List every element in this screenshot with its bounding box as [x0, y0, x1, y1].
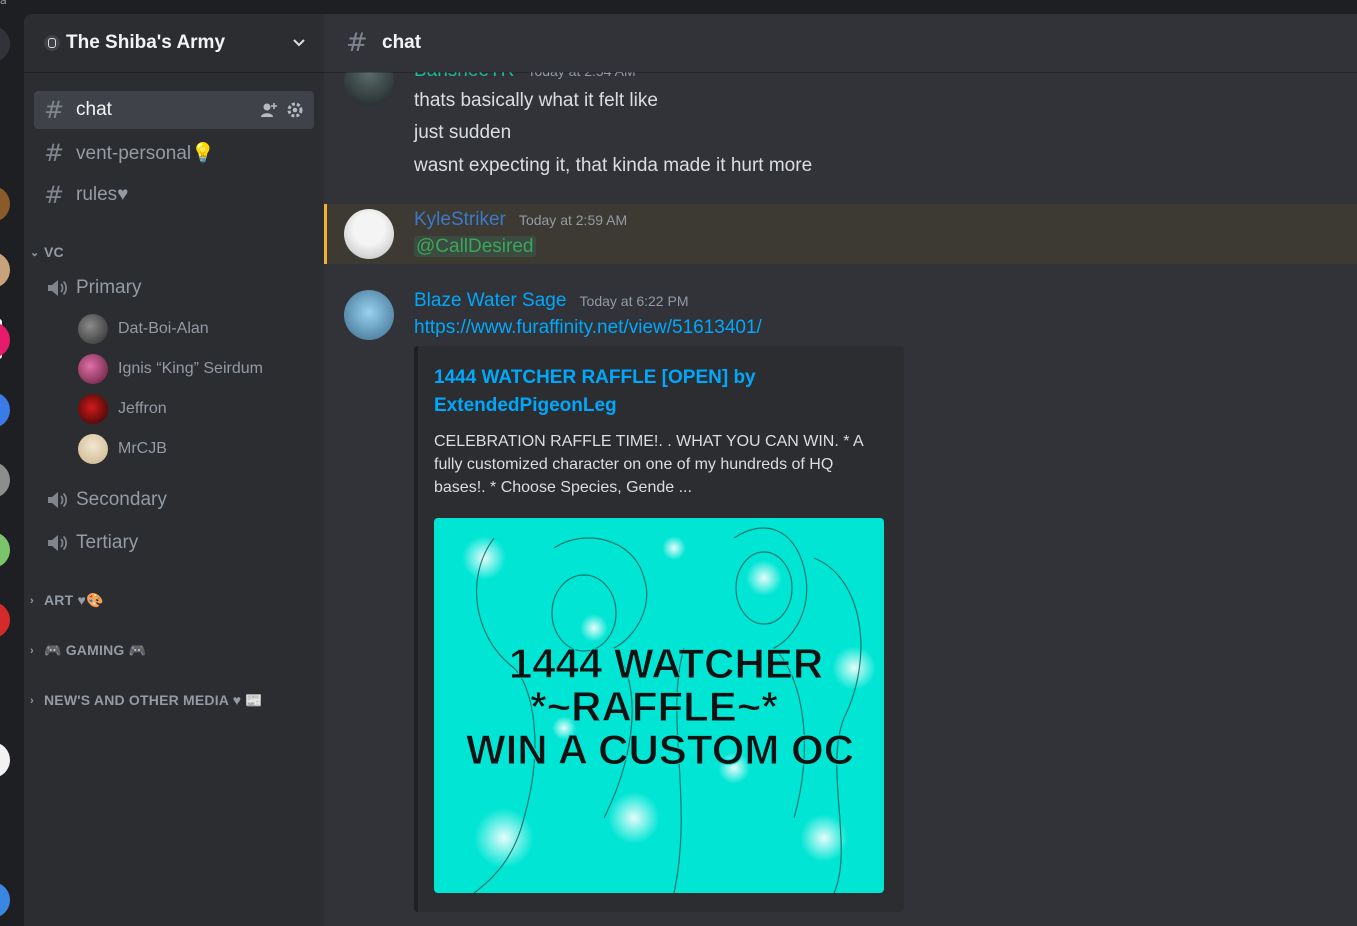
message-author[interactable]: KyleStriker [414, 209, 506, 230]
window-corner-glyph: a [0, 0, 7, 7]
server-icon[interactable] [0, 742, 10, 778]
category-label: 🎮 GAMING 🎮 [44, 642, 147, 658]
server-rail [0, 14, 24, 926]
server-icon[interactable] [0, 392, 10, 428]
voice-user[interactable]: Ignis “King” Seirdum [78, 353, 263, 385]
message-author[interactable]: Blaze Water Sage [414, 290, 566, 311]
server-header[interactable]: The Shiba's Army [24, 14, 324, 72]
message-content: @CallDesired [414, 236, 536, 258]
text-channel-icon: # [346, 28, 368, 58]
category-vc[interactable]: ⌄ VC [30, 244, 64, 260]
speaker-icon [48, 492, 68, 508]
message-timestamp: Today at 6:22 PM [579, 293, 689, 309]
channel-sidebar: The Shiba's Army # chat # vent-personal💡… [24, 14, 324, 926]
message-header: KyleStriker Today at 2:59 AM [414, 209, 627, 231]
chevron-down-icon: ⌄ [30, 246, 40, 259]
category-label: ART ♥🎨 [44, 592, 104, 608]
channel-header: # chat [324, 14, 1357, 72]
message-list[interactable]: BansheeTR Today at 2:54 AM thats basical… [324, 56, 1357, 926]
category-news[interactable]: › NEW'S AND OTHER MEDIA ♥ 📰 [30, 692, 263, 709]
server-icon[interactable] [0, 322, 10, 358]
voice-channel-primary[interactable]: Primary [34, 270, 314, 306]
channel-vent-personal[interactable]: # vent-personal💡 [34, 134, 314, 172]
avatar [78, 314, 108, 344]
avatar[interactable] [344, 290, 394, 340]
channel-title: chat [382, 32, 422, 53]
message-content: https://www.furaffinity.net/view/5161340… [414, 317, 762, 339]
server-name: The Shiba's Army [66, 32, 226, 53]
message-header: Blaze Water Sage Today at 6:22 PM [414, 290, 688, 312]
chevron-right-icon: › [30, 594, 34, 607]
category-label: VC [44, 244, 64, 260]
server-icon[interactable] [0, 882, 10, 918]
invite-member-icon[interactable] [260, 101, 278, 119]
speaker-icon [48, 535, 68, 551]
channel-chat[interactable]: # chat [34, 91, 314, 129]
chevron-right-icon: › [30, 694, 34, 707]
message-text: just sudden [414, 122, 512, 143]
chevron-right-icon: › [30, 644, 34, 657]
embed-image[interactable]: 1444 WATCHER *~RAFFLE~* WIN A CUSTOM OC [434, 518, 884, 893]
message-text: thats basically what it felt like [414, 90, 658, 111]
voice-user-name: MrCJB [118, 440, 167, 457]
image-text-line: WIN A CUSTOM OC [466, 726, 854, 773]
embed-description: CELEBRATION RAFFLE TIME!. . WHAT YOU CAN… [434, 433, 863, 496]
category-gaming[interactable]: › 🎮 GAMING 🎮 [30, 642, 146, 659]
channel-label: rules♥ [76, 184, 129, 205]
avatar [78, 394, 108, 424]
user-mention[interactable]: @CallDesired [414, 236, 536, 257]
voice-user-name: Dat-Boi-Alan [118, 320, 209, 337]
channel-rules[interactable]: # rules♥ [34, 176, 314, 214]
server-icon[interactable] [0, 602, 10, 638]
server-icon-home[interactable] [0, 26, 10, 62]
text-channel-icon: # [44, 139, 65, 167]
channel-label: vent-personal💡 [76, 143, 215, 164]
avatar[interactable] [344, 209, 394, 259]
message-link[interactable]: https://www.furaffinity.net/view/5161340… [414, 317, 762, 338]
avatar [78, 354, 108, 384]
message-text: wasnt expecting it, that kinda made it h… [414, 155, 813, 176]
voice-user-name: Jeffron [118, 400, 167, 417]
server-boost-icon [44, 35, 60, 51]
avatar [78, 434, 108, 464]
channel-label: chat [76, 99, 112, 120]
gear-icon[interactable] [286, 101, 304, 119]
image-text-line: 1444 WATCHER [509, 640, 823, 687]
text-channel-icon: # [44, 181, 65, 209]
image-text-line: *~RAFFLE~* [530, 683, 778, 730]
voice-channel-tertiary[interactable]: Tertiary [34, 525, 314, 561]
chat-main: # chat BansheeTR Today at 2:54 AM thats … [324, 14, 1357, 926]
voice-user[interactable]: Dat-Boi-Alan [78, 313, 209, 345]
voice-user[interactable]: MrCJB [78, 433, 167, 465]
text-channel-icon: # [44, 96, 65, 124]
voice-channel-secondary[interactable]: Secondary [34, 482, 314, 518]
category-label: NEW'S AND OTHER MEDIA ♥ 📰 [44, 692, 263, 708]
window-top-strip [0, 0, 1357, 14]
voice-user-name: Ignis “King” Seirdum [118, 360, 263, 377]
chevron-down-icon[interactable] [290, 34, 308, 52]
message-timestamp: Today at 2:59 AM [518, 212, 628, 228]
voice-user[interactable]: Jeffron [78, 393, 167, 425]
voice-channel-label: Primary [76, 277, 142, 298]
server-icon[interactable] [0, 252, 10, 288]
server-icon[interactable] [0, 186, 10, 222]
link-embed: 1444 WATCHER RAFFLE [OPEN] by ExtendedPi… [414, 346, 904, 912]
voice-channel-label: Secondary [76, 489, 167, 510]
server-icon[interactable] [0, 462, 10, 498]
embed-title[interactable]: 1444 WATCHER RAFFLE [OPEN] by ExtendedPi… [434, 364, 854, 420]
speaker-icon [48, 280, 68, 296]
raffle-image: 1444 WATCHER *~RAFFLE~* WIN A CUSTOM OC [434, 518, 884, 893]
category-art[interactable]: › ART ♥🎨 [30, 592, 104, 609]
voice-channel-label: Tertiary [76, 532, 139, 553]
server-icon[interactable] [0, 532, 10, 568]
